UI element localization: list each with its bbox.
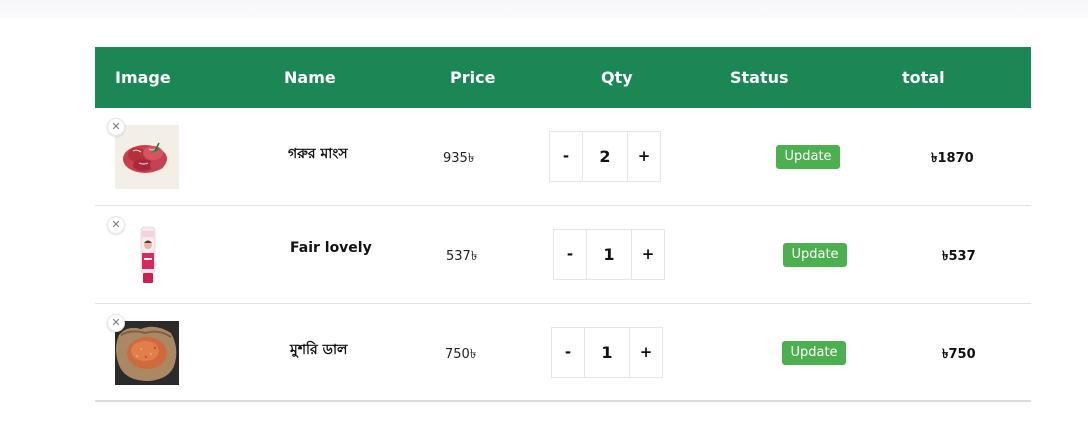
product-price: 750৳ xyxy=(445,347,477,362)
header-price: Price xyxy=(450,68,496,87)
header-status: Status xyxy=(730,68,789,87)
qty-value[interactable]: 1 xyxy=(584,328,630,377)
decrease-qty-button[interactable]: - xyxy=(552,328,584,377)
beef-meat-image xyxy=(115,125,179,189)
header-qty: Qty xyxy=(601,68,633,87)
header-image: Image xyxy=(115,68,171,87)
header-total: total xyxy=(902,68,945,87)
table-row: ✕ গরুর মাংস 935৳ - 2 + Update ৳1870 xyxy=(95,108,1031,206)
line-total: ৳1870 xyxy=(931,151,974,166)
quantity-stepper: - 1 + xyxy=(553,229,665,280)
product-name: গরুর মাংস xyxy=(288,146,348,162)
update-button[interactable]: Update xyxy=(782,341,846,365)
remove-item-button[interactable]: ✕ xyxy=(107,118,125,136)
increase-qty-button[interactable]: + xyxy=(632,230,664,279)
table-header: Image Name Price Qty Status total xyxy=(95,47,1031,108)
update-button[interactable]: Update xyxy=(783,243,847,267)
table-row: ✕ মুশরি ডাল 750৳ - 1 + Update ৳750 xyxy=(95,304,1031,402)
increase-qty-button[interactable]: + xyxy=(630,328,662,377)
qty-value[interactable]: 1 xyxy=(586,230,632,279)
increase-qty-button[interactable]: + xyxy=(628,132,660,181)
red-lentil-sack-image xyxy=(115,321,179,385)
decrease-qty-button[interactable]: - xyxy=(550,132,582,181)
table-row: ✕ Fair lovely 537৳ - 1 + Update ৳537 xyxy=(95,206,1031,304)
line-total: ৳537 xyxy=(942,249,976,264)
remove-item-button[interactable]: ✕ xyxy=(107,314,125,332)
top-bar xyxy=(0,0,1088,18)
product-price: 537৳ xyxy=(446,249,478,264)
product-price: 935৳ xyxy=(443,151,475,166)
remove-item-button[interactable]: ✕ xyxy=(107,216,125,234)
header-name: Name xyxy=(284,68,336,87)
quantity-stepper: - 1 + xyxy=(551,327,663,378)
cart-table: Image Name Price Qty Status total ✕ গরুর… xyxy=(95,47,1031,402)
update-button[interactable]: Update xyxy=(776,145,840,169)
decrease-qty-button[interactable]: - xyxy=(554,230,586,279)
product-name: মুশরি ডাল xyxy=(290,342,348,358)
line-total: ৳750 xyxy=(942,347,976,362)
fair-lovely-cream-image xyxy=(115,223,179,287)
quantity-stepper: - 2 + xyxy=(549,131,661,182)
qty-value[interactable]: 2 xyxy=(582,132,628,181)
product-name: Fair lovely xyxy=(290,240,372,256)
